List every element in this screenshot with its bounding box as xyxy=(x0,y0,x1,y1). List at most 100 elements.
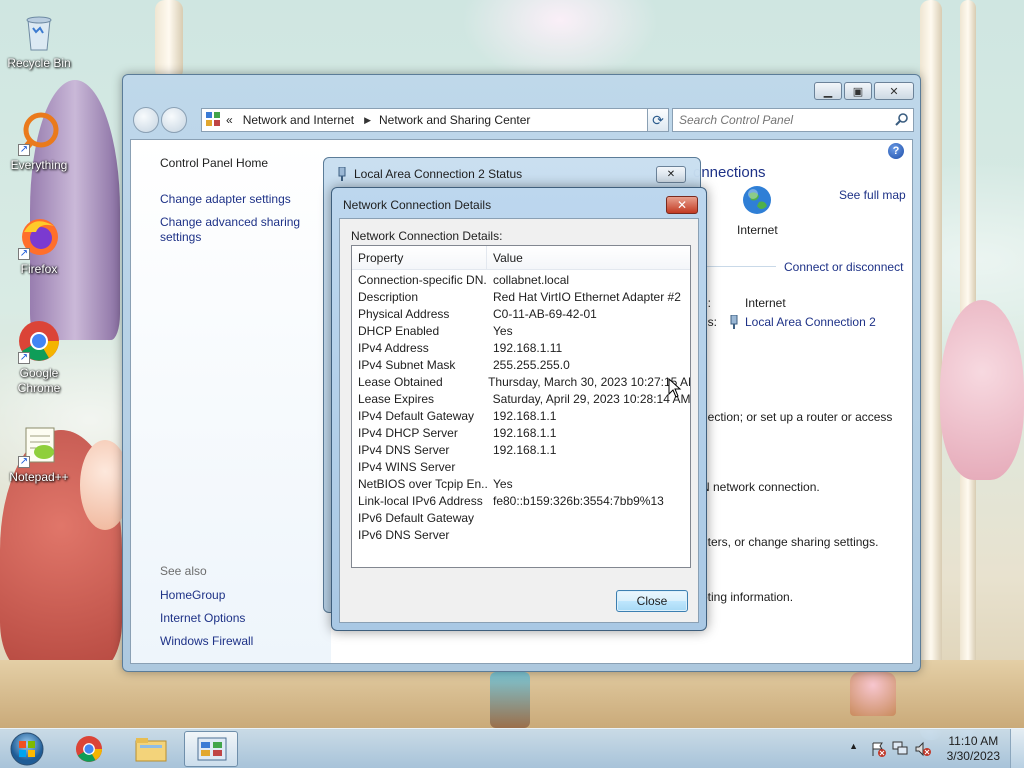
show-desktop-button[interactable] xyxy=(1010,729,1024,768)
control-panel-icon xyxy=(206,111,220,129)
desktop-icon-firefox[interactable]: ↗ Firefox xyxy=(1,214,77,277)
property-cell: IPv4 Subnet Mask xyxy=(358,358,456,372)
list-item[interactable]: Physical Address C0-11-AB-69-42-01 xyxy=(352,306,690,323)
list-item[interactable]: Lease Obtained Thursday, March 30, 2023 1… xyxy=(352,374,690,391)
status-window-title: Local Area Connection 2 Status xyxy=(354,167,523,181)
desktop-icon-label: Everything xyxy=(10,158,68,172)
column-header-value[interactable]: Value xyxy=(487,246,523,269)
desktop-icon-recycle-bin[interactable]: Recycle Bin xyxy=(1,8,77,71)
breadcrumb-network-and-sharing-center[interactable]: Network and Sharing Center xyxy=(379,113,530,127)
property-cell: IPv6 Default Gateway xyxy=(358,511,475,525)
notepad-plus-plus-icon: ↗ xyxy=(16,422,62,468)
breadcrumb-overflow[interactable]: « xyxy=(226,113,233,127)
forward-button[interactable] xyxy=(161,107,187,133)
change-adapter-settings-link[interactable]: Change adapter settings xyxy=(160,192,310,207)
value-cell: collabnet.local xyxy=(493,273,570,287)
list-item[interactable]: Link-local IPv6 Address fe80::b159:326b:3… xyxy=(352,493,690,510)
list-item[interactable]: IPv4 DNS Server 192.168.1.1 xyxy=(352,442,690,459)
search-box xyxy=(672,108,914,132)
shortcut-arrow-icon: ↗ xyxy=(18,456,30,468)
breadcrumb-network-and-internet[interactable]: Network and Internet xyxy=(243,113,354,127)
network-status-icon[interactable] xyxy=(892,741,910,757)
list-item[interactable]: NetBIOS over Tcpip En... Yes xyxy=(352,476,690,493)
connect-or-disconnect-link[interactable]: Connect or disconnect xyxy=(784,260,903,274)
list-item[interactable]: IPv4 Default Gateway 192.168.1.1 xyxy=(352,408,690,425)
connect-network-description: N network connection. xyxy=(701,480,820,494)
list-header: Property Value xyxy=(352,246,690,270)
column-header-property[interactable]: Property xyxy=(352,246,487,269)
desktop-icon-notepad-plus-plus[interactable]: ↗ Notepad++ xyxy=(1,422,77,485)
change-advanced-sharing-link[interactable]: Change advanced sharing settings xyxy=(160,215,310,245)
list-item[interactable]: Lease Expires Saturday, April 29, 2023 10… xyxy=(352,391,690,408)
homegroup-link[interactable]: HomeGroup xyxy=(160,588,225,603)
windows-firewall-link[interactable]: Windows Firewall xyxy=(160,634,253,649)
property-cell: DHCP Enabled xyxy=(358,324,440,338)
value-cell: 192.168.1.1 xyxy=(493,426,557,440)
maximize-button[interactable]: ▣ xyxy=(844,82,872,100)
close-button[interactable]: Close xyxy=(616,590,688,612)
property-cell: Description xyxy=(358,290,419,304)
minimize-button[interactable]: ▁ xyxy=(814,82,842,100)
help-icon[interactable]: ? xyxy=(888,143,904,159)
taskbar-control-panel-button[interactable] xyxy=(184,731,238,767)
window-caption-buttons: ▁ ▣ ✕ xyxy=(814,82,914,100)
troubleshoot-description: oting information. xyxy=(701,590,794,604)
status-window-close-button[interactable]: ✕ xyxy=(656,166,686,183)
value-cell: C0-11-AB-69-42-01 xyxy=(493,307,597,321)
clock[interactable]: 11:10 AM 3/30/2023 xyxy=(947,734,1000,764)
list-item[interactable]: IPv6 Default Gateway xyxy=(352,510,690,527)
property-cell: IPv4 DHCP Server xyxy=(358,426,458,440)
network-adapter-icon xyxy=(729,314,739,329)
control-panel-home-link[interactable]: Control Panel Home xyxy=(160,156,268,171)
taskbar: ▲ 11:10 AM 3/30/2023 xyxy=(0,728,1024,768)
property-cell: Lease Expires xyxy=(358,392,435,406)
list-item[interactable]: Description Red Hat VirtIO Ethernet Adapt… xyxy=(352,289,690,306)
firefox-icon: ↗ xyxy=(16,214,62,260)
access-type-value: Internet xyxy=(745,296,786,310)
volume-muted-icon[interactable] xyxy=(914,741,932,757)
value-cell: 192.168.1.1 xyxy=(493,409,557,423)
list-item[interactable]: IPv4 DHCP Server 192.168.1.1 xyxy=(352,425,690,442)
see-full-map-link[interactable]: See full map xyxy=(839,188,906,202)
address-bar[interactable]: « Network and Internet ▶ Network and Sha… xyxy=(201,108,666,132)
desktop-icon-google-chrome[interactable]: ↗ Google Chrome xyxy=(1,318,77,396)
shortcut-arrow-icon: ↗ xyxy=(18,352,30,364)
chrome-icon xyxy=(75,735,103,763)
internet-options-link[interactable]: Internet Options xyxy=(160,611,245,626)
details-list[interactable]: Property Value Connection-specific DN...… xyxy=(351,245,691,568)
dialog-close-icon[interactable]: ✕ xyxy=(666,196,698,214)
list-item[interactable]: Connection-specific DN... collabnet.local xyxy=(352,272,690,289)
list-item[interactable]: DHCP Enabled Yes xyxy=(352,323,690,340)
show-hidden-icons-button[interactable]: ▲ xyxy=(849,741,858,751)
desktop-icon-label: Google Chrome xyxy=(17,366,61,395)
list-item[interactable]: IPv4 WINS Server xyxy=(352,459,690,476)
property-cell: IPv4 Default Gateway xyxy=(358,409,475,423)
property-cell: IPv6 DNS Server xyxy=(358,528,450,542)
local-area-connection-2-link[interactable]: Local Area Connection 2 xyxy=(745,315,876,329)
value-cell: Thursday, March 30, 2023 10:27:15 AM xyxy=(488,375,690,389)
back-button[interactable] xyxy=(133,107,159,133)
desktop-icon-everything[interactable]: ↗ Everything xyxy=(1,110,77,173)
list-item[interactable]: IPv6 DNS Server xyxy=(352,527,690,544)
property-cell: Lease Obtained xyxy=(358,375,443,389)
section-heading: onnections xyxy=(693,164,766,181)
setup-connection-description: nection; or set up a router or access xyxy=(701,410,893,424)
close-button[interactable]: ✕ xyxy=(874,82,914,100)
wallpaper-cupcake xyxy=(850,672,896,716)
search-icon[interactable] xyxy=(895,112,909,126)
start-button[interactable] xyxy=(4,730,50,768)
wallpaper-tree xyxy=(920,0,942,740)
control-panel-icon xyxy=(197,737,227,761)
search-input[interactable] xyxy=(679,110,889,130)
taskbar-chrome-button[interactable] xyxy=(62,731,116,767)
value-cell: Yes xyxy=(493,324,513,338)
taskbar-explorer-button[interactable] xyxy=(124,731,178,767)
network-connection-details-dialog[interactable]: Network Connection Details ✕ Network Con… xyxy=(331,187,707,631)
list-item[interactable]: IPv4 Subnet Mask 255.255.255.0 xyxy=(352,357,690,374)
refresh-button[interactable]: ⟳ xyxy=(647,108,669,132)
list-item[interactable]: IPv4 Address 192.168.1.11 xyxy=(352,340,690,357)
breadcrumb-separator-icon[interactable]: ▶ xyxy=(364,115,371,126)
property-cell: Connection-specific DN... xyxy=(358,273,487,287)
value-cell xyxy=(487,459,493,476)
action-center-flag-icon[interactable] xyxy=(870,741,886,757)
